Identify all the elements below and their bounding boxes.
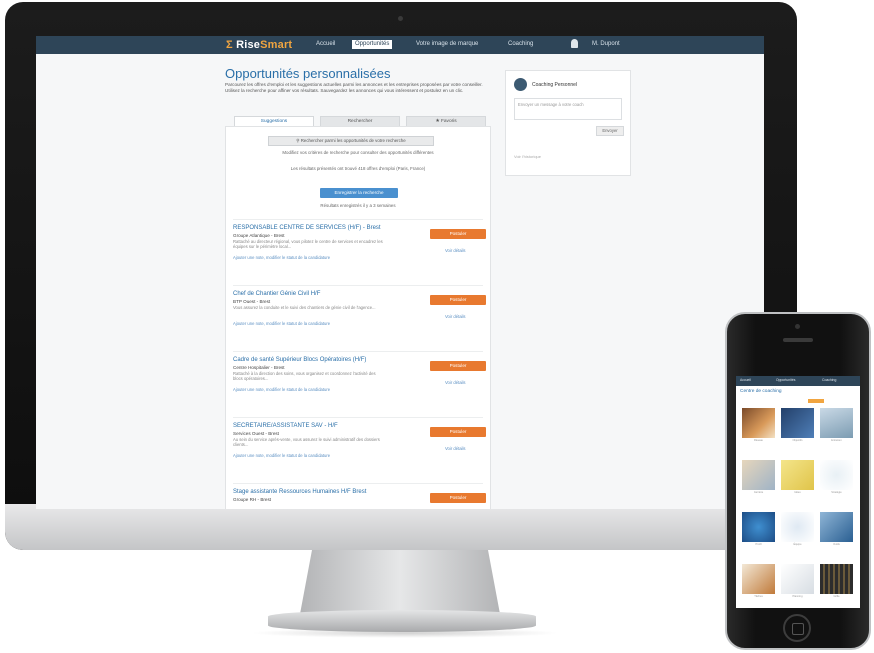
- logo-suffix: Smart: [260, 39, 293, 51]
- job-card: Stage assistante Ressources Humaines H/F…: [233, 483, 486, 509]
- tile-caption: Planning: [792, 595, 803, 598]
- apply-button[interactable]: Postuler: [430, 361, 486, 371]
- tile-image-reseau[interactable]: [742, 408, 775, 438]
- phone-badge: [808, 399, 824, 403]
- job-description: Au sein du service après-vente, vous ass…: [233, 437, 380, 447]
- job-card: SECRETAIRE/ASSISTANTE SAV - H/F Services…: [233, 417, 486, 480]
- apply-button[interactable]: Postuler: [430, 229, 486, 239]
- logo-prefix: Rise: [236, 39, 261, 51]
- tile-image-taches[interactable]: [742, 564, 775, 594]
- bell-icon[interactable]: [571, 39, 578, 48]
- phone-page-title: Centre de coaching: [740, 389, 782, 394]
- job-title[interactable]: Cadre de santé Supérieur Blocs Opératoir…: [233, 357, 366, 363]
- tile-caption: Profil: [755, 543, 762, 546]
- monitor-chin: [5, 504, 797, 550]
- tile-image-objectifs[interactable]: [781, 408, 814, 438]
- smartphone: Accueil Opportunités Coaching Centre de …: [725, 312, 871, 650]
- search-hint: Modifiez vos critères de recherche pour …: [282, 150, 434, 155]
- search-button-label: Rechercher parmi les opportunités de vot…: [300, 138, 406, 143]
- tile-image-carriere[interactable]: [742, 460, 775, 490]
- job-details-link[interactable]: Voir détails: [445, 314, 465, 319]
- job-details-link[interactable]: Voir détails: [445, 446, 465, 451]
- phone-screen: Accueil Opportunités Coaching Centre de …: [736, 376, 860, 608]
- tile-image-entretien[interactable]: [820, 408, 853, 438]
- monitor-stand-base: [268, 610, 536, 632]
- coaching-title: Coaching Personnel: [532, 82, 578, 88]
- tile-image-strategie[interactable]: [820, 460, 853, 490]
- job-note-link[interactable]: Ajouter une note, modifier le statut de …: [233, 453, 403, 458]
- desktop-screen: Σ RiseSmart Accueil Opportunités Votre i…: [36, 36, 764, 509]
- job-card: Chef de Chantier Génie Civil H/F BTP Oue…: [233, 285, 486, 348]
- phone-navigation: Accueil Opportunités Coaching: [736, 376, 860, 386]
- tile-caption: Équipe: [793, 543, 802, 546]
- nav-item-image-de-marque[interactable]: Votre image de marque: [416, 41, 478, 47]
- job-title[interactable]: RESPONSABLE CENTRE DE SERVICES (H/F) - B…: [233, 225, 381, 231]
- tile-image-grille[interactable]: [820, 564, 853, 594]
- phone-nav-coaching[interactable]: Coaching: [822, 378, 836, 382]
- job-title[interactable]: Stage assistante Ressources Humaines H/F…: [233, 489, 366, 495]
- job-title[interactable]: Chef de Chantier Génie Civil H/F: [233, 291, 320, 297]
- tile-caption: Idées: [794, 491, 801, 494]
- save-search-note: Résultats enregistrés il y a 3 semaines: [320, 203, 396, 208]
- home-button[interactable]: [783, 614, 811, 642]
- monitor-stand-neck: [300, 550, 500, 614]
- job-card: RESPONSABLE CENTRE DE SERVICES (H/F) - B…: [233, 219, 486, 282]
- tile-caption: Grille: [833, 595, 840, 598]
- coach-avatar: [514, 78, 527, 91]
- job-description: Vous assurez la conduite et le suivi des…: [233, 305, 376, 310]
- job-details-link[interactable]: Voir détails: [445, 380, 465, 385]
- tile-image-idees[interactable]: [781, 460, 814, 490]
- apply-button[interactable]: Postuler: [430, 493, 486, 503]
- job-description: Rattaché au directeur régional, vous pil…: [233, 239, 383, 249]
- job-note-link[interactable]: Ajouter une note, modifier le statut de …: [233, 255, 403, 260]
- search-results-count: Les résultats présentés ont trouvé 418 o…: [290, 166, 426, 171]
- user-menu[interactable]: M. Dupont: [592, 41, 620, 47]
- tile-image-planning[interactable]: [781, 564, 814, 594]
- tile-caption: Tâches: [754, 595, 763, 598]
- job-note-link[interactable]: Ajouter une note, modifier le statut de …: [233, 387, 403, 392]
- job-note-link[interactable]: Ajouter une note, modifier le statut de …: [233, 321, 403, 326]
- nav-item-coaching[interactable]: Coaching: [508, 41, 533, 47]
- tile-caption: Objectifs: [792, 439, 803, 442]
- top-navigation: Σ RiseSmart Accueil Opportunités Votre i…: [36, 36, 764, 54]
- job-company: Centre Hospitalier - Brest: [233, 365, 285, 370]
- tab-favoris-label: Favoris: [440, 119, 457, 124]
- job-description: Rattaché à la direction des soins, vous …: [233, 371, 376, 381]
- tile-image-outils[interactable]: [820, 512, 853, 542]
- job-title[interactable]: SECRETAIRE/ASSISTANTE SAV - H/F: [233, 423, 338, 429]
- apply-button[interactable]: Postuler: [430, 427, 486, 437]
- coach-message-input[interactable]: Envoyer un message à votre coach: [514, 98, 622, 120]
- risesmart-logo[interactable]: Σ RiseSmart: [226, 39, 292, 51]
- front-camera: [795, 324, 800, 329]
- search-opportunities-button[interactable]: ⚲ Rechercher parmi les opportunités de v…: [268, 136, 434, 146]
- history-link[interactable]: Voir l'historique: [514, 154, 541, 159]
- monitor-camera: [398, 16, 403, 21]
- job-company: Groupe RH - Brest: [233, 497, 272, 502]
- job-company: Services Ouest - Brest: [233, 431, 279, 436]
- phone-nav-accueil[interactable]: Accueil: [740, 378, 751, 382]
- job-company: BTP Ouest - Brest: [233, 299, 271, 304]
- tile-caption: Réseau: [754, 439, 763, 442]
- page-title: Opportunités personnalisées: [225, 66, 391, 81]
- job-card: Cadre de santé Supérieur Blocs Opératoir…: [233, 351, 486, 414]
- save-search-button[interactable]: Enregistrer la recherche: [320, 188, 398, 198]
- coaching-sidebar: Coaching Personnel Envoyer un message à …: [505, 70, 631, 176]
- earpiece-speaker: [783, 338, 813, 342]
- tile-image-profil[interactable]: [742, 512, 775, 542]
- tile-caption: Outils: [833, 543, 840, 546]
- nav-item-accueil[interactable]: Accueil: [316, 41, 335, 47]
- tile-caption: Carrière: [753, 491, 764, 494]
- opportunities-panel: ⚲ Rechercher parmi les opportunités de v…: [225, 126, 491, 509]
- job-company: Groupe Atlantique - Brest: [233, 233, 285, 238]
- apply-button[interactable]: Postuler: [430, 295, 486, 305]
- tile-caption: Stratégie: [831, 491, 842, 494]
- page-intro: Parcourez les offres d'emploi et les sug…: [225, 82, 483, 93]
- tile-image-equipe[interactable]: [781, 512, 814, 542]
- send-message-button[interactable]: Envoyer: [596, 126, 624, 136]
- job-details-link[interactable]: Voir détails: [445, 248, 465, 253]
- phone-nav-opportunites[interactable]: Opportunités: [776, 378, 795, 382]
- nav-item-opportunites[interactable]: Opportunités: [352, 40, 393, 49]
- tile-caption: Entretien: [831, 439, 842, 442]
